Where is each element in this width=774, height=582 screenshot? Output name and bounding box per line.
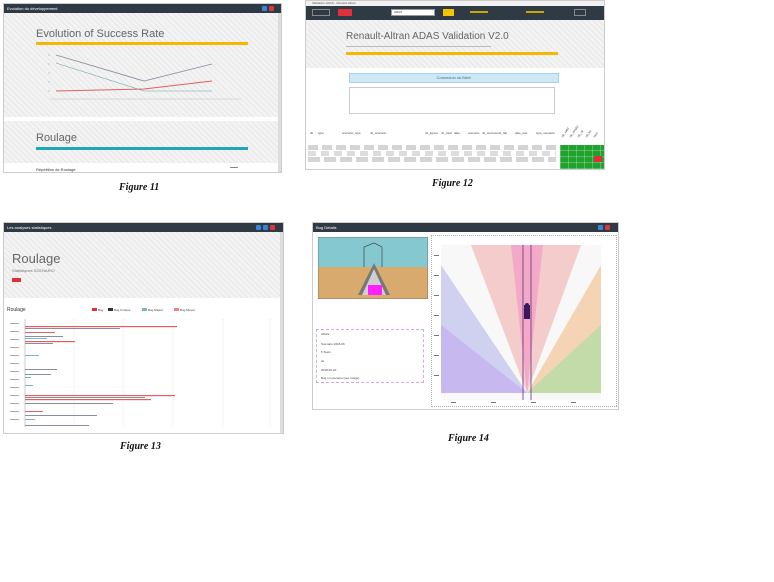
- table-row[interactable]: [308, 151, 556, 156]
- nav-button-1[interactable]: [312, 9, 330, 16]
- success-rate-chart: [48, 54, 241, 100]
- page-subheading: Statistiques SCENARIO: [12, 268, 55, 273]
- section-underline: [36, 147, 248, 150]
- info-line: 2018-06-20: [321, 368, 337, 372]
- rotated-headers: nb_valid nb_invalid nb_ok nb_ko taux: [560, 121, 604, 145]
- info-line: 5 Tests: [321, 350, 331, 354]
- figure-13-window: Les analyses statistiques Roulage Statis…: [3, 222, 284, 434]
- legend-critique: Bug Critique: [114, 308, 131, 312]
- info-line: ok: [321, 359, 325, 363]
- figure-14-caption: Figure 14: [448, 433, 489, 444]
- table-row[interactable]: [308, 157, 556, 162]
- scenario-select[interactable]: ADAS: [391, 9, 435, 16]
- grid-lines: [73, 319, 271, 427]
- figure-14-titlebar: Bug Details: [313, 223, 618, 232]
- th-id: ID: [310, 131, 313, 135]
- window-title: Evolution du développement: [7, 6, 58, 11]
- figure-12-window: Validation ADAS - Renault-Altran ADAS Re…: [305, 0, 605, 170]
- th-type: type: [318, 131, 324, 135]
- th-nb-lignes: nb_lignes: [425, 131, 438, 135]
- bug-info-box: ADAS Scenario 2018-06 5 Tests ok 2018-06…: [316, 329, 424, 383]
- figure-12-caption: Figure 12: [432, 178, 473, 189]
- minimize-button[interactable]: [256, 225, 261, 230]
- series-gray: [55, 54, 213, 82]
- notes-textarea[interactable]: [349, 87, 555, 114]
- th-date-test: date_test: [515, 131, 528, 135]
- app-title: Renault-Altran ADAS Validation V2.0: [346, 31, 509, 42]
- window-title: Bug Details: [316, 225, 337, 230]
- figure-13-titlebar: Les analyses statistiques: [4, 223, 283, 232]
- legend-mineur: Bug Mineur: [180, 308, 196, 312]
- figure-14-window: Bug Details ADAS Scenario 2018-06 5 Test…: [312, 222, 619, 410]
- figure-13-caption: Figure 13: [120, 441, 161, 452]
- chart-title: Evolution of Success Rate: [36, 28, 165, 40]
- th-scenario: scenario: [468, 131, 480, 135]
- nav-button-logout[interactable]: [574, 9, 586, 16]
- app-title-underline: [346, 52, 558, 55]
- close-button[interactable]: [269, 6, 274, 11]
- rh-4: nb_ko: [584, 129, 593, 139]
- red-badge: [12, 278, 21, 282]
- y-axis-ticks: [48, 54, 50, 92]
- legend-swatch-majeur: [142, 308, 147, 311]
- rh-3: nb_ok: [576, 129, 585, 139]
- figure-11-titlebar: Evolution du développement: [4, 4, 281, 13]
- header-panel: [306, 20, 604, 68]
- status-cell-red: [594, 156, 602, 162]
- scrollbar[interactable]: [280, 232, 283, 433]
- section-title: Roulage: [36, 132, 77, 144]
- camera-view-image: [318, 237, 428, 299]
- window-title: Les analyses statistiques: [7, 225, 52, 230]
- nav-button-yellow[interactable]: [443, 9, 454, 16]
- nav-button-red[interactable]: [338, 9, 352, 16]
- chart-legend: Bug Bug Critique Bug Majeur Bug Mineur: [92, 307, 222, 313]
- figure-11-window: Evolution du développement Evolution of …: [3, 3, 282, 173]
- chart-title-underline: [36, 42, 248, 45]
- legend-swatch-bug: [92, 308, 97, 311]
- legend-majeur: Bug Majeur: [148, 308, 164, 312]
- legend-swatch-critique: [108, 308, 113, 311]
- table-row[interactable]: [308, 145, 556, 150]
- th-type-scenario: type_scenario: [536, 131, 555, 135]
- results-table: ID type scenario_type nb_scenario nb_lig…: [308, 129, 556, 169]
- app-subtitle-line: [346, 46, 491, 47]
- legend-swatch-mineur: [174, 308, 179, 311]
- close-button[interactable]: [270, 225, 275, 230]
- chart-label: Roulage: [7, 307, 26, 313]
- info-line: ADAS: [321, 332, 330, 336]
- rh-5: taux: [592, 131, 599, 139]
- sensor-field-plot: [431, 235, 617, 407]
- info-line: Bug on scenario (see image): [321, 376, 360, 380]
- scrollbar[interactable]: [278, 13, 281, 172]
- close-button[interactable]: [605, 225, 610, 230]
- bars-blue: [25, 338, 47, 420]
- th-nb-scenario: nb_scenario: [370, 131, 387, 135]
- series-green: [55, 62, 212, 92]
- page-heading: Roulage: [12, 251, 61, 266]
- th-scenario-type: scenario_type: [342, 131, 361, 135]
- nav-link-1[interactable]: [470, 11, 488, 13]
- info-banner: Connexion ok Bien!: [349, 73, 559, 83]
- footer-legend-swatch: [230, 167, 238, 168]
- legend-bug: Bug: [98, 308, 104, 312]
- info-line: Scenario 2018-06: [321, 342, 345, 346]
- th-nb-fail: nb_fail: [498, 131, 507, 135]
- bug-bar-chart: [10, 319, 271, 427]
- th-nb-success: nb_success: [482, 131, 498, 135]
- y-tick-marks: [10, 323, 19, 420]
- th-date: date: [454, 131, 460, 135]
- table-header-row: ID type scenario_type nb_scenario nb_lig…: [308, 129, 556, 137]
- restore-button[interactable]: [262, 6, 267, 11]
- th-nb-total: nb_total: [441, 131, 452, 135]
- figure-11-caption: Figure 11: [119, 182, 160, 193]
- footer-label: Répétition de Roulage: [36, 167, 76, 172]
- series-red: [55, 80, 213, 92]
- nav-link-2[interactable]: [526, 11, 544, 13]
- restore-button[interactable]: [263, 225, 268, 230]
- restore-button[interactable]: [598, 225, 603, 230]
